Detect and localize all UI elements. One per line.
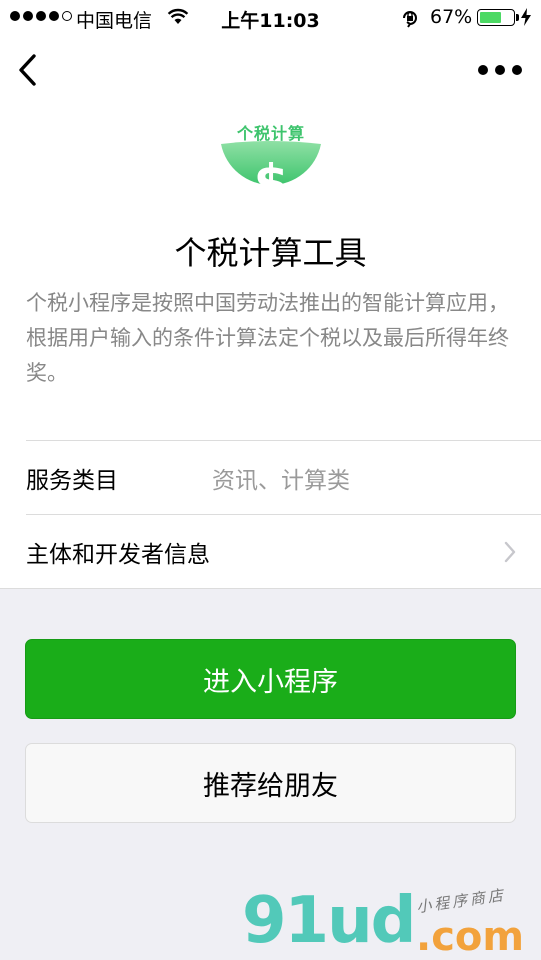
svg-text:$: $ [254, 154, 289, 212]
more-options-button[interactable] [478, 62, 522, 78]
chevron-left-icon [19, 54, 36, 86]
watermark-suffix: .com [416, 914, 525, 960]
battery-level-fill [480, 12, 502, 23]
developer-info-row[interactable]: 主体和开发者信息 [26, 514, 541, 588]
logo-label: 个税计算 [236, 124, 305, 143]
service-category-value: 资讯、计算类 [212, 467, 350, 494]
enter-mini-program-button[interactable]: 进入小程序 [25, 639, 516, 719]
app-title: 个税计算工具 [174, 234, 367, 272]
battery-percentage: 67% [430, 6, 473, 28]
divider [0, 588, 541, 589]
rotation-lock-icon [403, 11, 417, 28]
watermark-brand: 91ud [242, 884, 416, 958]
battery-icon [477, 9, 519, 26]
app-logo: $ 个税计算 [219, 114, 323, 214]
back-button[interactable] [14, 52, 44, 88]
watermark-tagline: 小程序商店 [415, 885, 507, 917]
more-dot-icon [495, 65, 505, 75]
service-category-row: 服务类目 资讯、计算类 [26, 440, 541, 514]
charging-bolt-icon [521, 8, 531, 26]
watermark-logo: 91ud .com 小程序商店 [238, 884, 541, 960]
app-description: 个税小程序是按照中国劳动法推出的智能计算应用，根据用户输入的条件计算法定个税以及… [26, 291, 509, 385]
recommend-to-friend-button[interactable]: 推荐给朋友 [25, 743, 516, 823]
developer-info-label: 主体和开发者信息 [26, 541, 210, 568]
service-category-label: 服务类目 [26, 467, 118, 494]
status-bar: 中国电信 上午11:03 67% [0, 0, 541, 36]
chevron-right-icon [504, 541, 516, 563]
more-dot-icon [478, 65, 488, 75]
more-dot-icon [512, 65, 522, 75]
